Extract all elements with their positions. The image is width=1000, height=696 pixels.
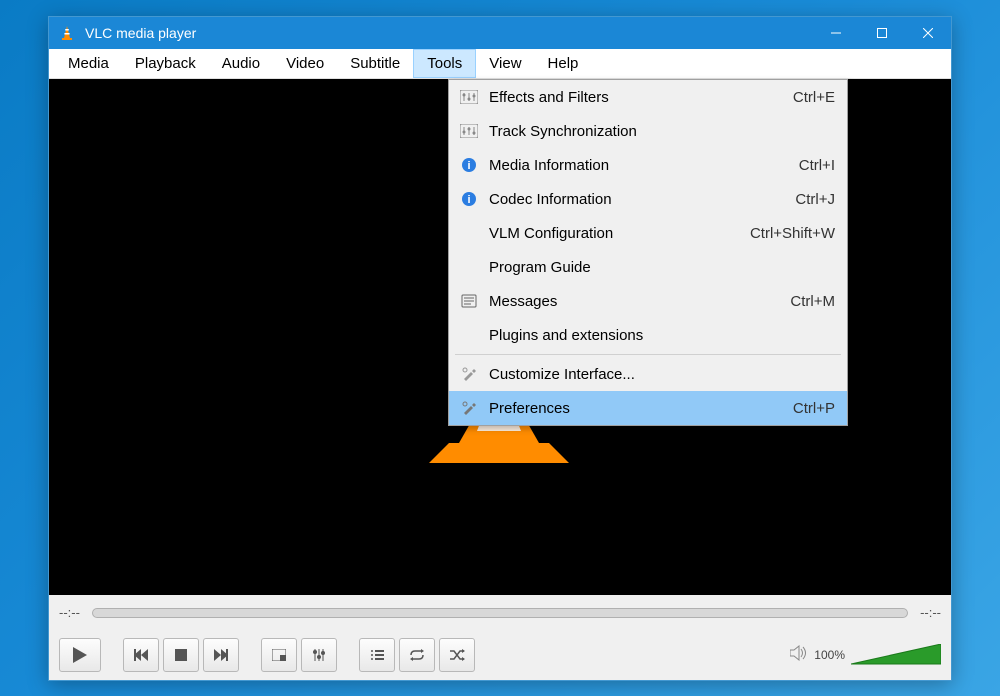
shuffle-button[interactable]: [439, 638, 475, 672]
window-title: VLC media player: [85, 25, 813, 41]
titlebar[interactable]: VLC media player: [49, 17, 951, 49]
dd-messages[interactable]: Messages Ctrl+M: [449, 284, 847, 318]
dd-label: Plugins and extensions: [489, 327, 835, 344]
play-button[interactable]: [59, 638, 101, 672]
menu-view[interactable]: View: [476, 49, 534, 78]
dd-label: Track Synchronization: [489, 123, 835, 140]
previous-button[interactable]: [123, 638, 159, 672]
desktop: VLC media player Media Playback Audio Vi…: [0, 0, 1000, 696]
dd-shortcut: Ctrl+Shift+W: [750, 225, 835, 242]
time-elapsed: --:--: [59, 605, 80, 620]
next-button[interactable]: [203, 638, 239, 672]
dd-label: Media Information: [489, 157, 799, 174]
dd-shortcut: Ctrl+I: [799, 157, 835, 174]
menu-help[interactable]: Help: [535, 49, 592, 78]
menu-subtitle[interactable]: Subtitle: [337, 49, 413, 78]
seekbar[interactable]: [92, 608, 908, 618]
menu-media[interactable]: Media: [55, 49, 122, 78]
tools-icon: [455, 397, 483, 419]
dd-label: Customize Interface...: [489, 366, 835, 383]
dd-label: Effects and Filters: [489, 89, 793, 106]
dd-label: Codec Information: [489, 191, 795, 208]
messages-icon: [455, 290, 483, 312]
info-icon: i: [455, 188, 483, 210]
dd-effects-filters[interactable]: Effects and Filters Ctrl+E: [449, 80, 847, 114]
volume-percent: 100%: [814, 648, 845, 662]
dd-separator: [455, 354, 841, 355]
menu-playback[interactable]: Playback: [122, 49, 209, 78]
time-total: --:--: [920, 605, 941, 620]
dd-label: VLM Configuration: [489, 225, 750, 242]
menu-tools[interactable]: Tools: [413, 49, 476, 78]
dd-shortcut: Ctrl+J: [795, 191, 835, 208]
playback-controls: 100%: [49, 630, 951, 680]
menubar: Media Playback Audio Video Subtitle Tool…: [49, 49, 951, 79]
dd-shortcut: Ctrl+M: [790, 293, 835, 310]
fullscreen-button[interactable]: [261, 638, 297, 672]
seekbar-area: --:-- --:--: [49, 595, 951, 630]
equalizer-icon: [455, 86, 483, 108]
loop-button[interactable]: [399, 638, 435, 672]
dd-plugins[interactable]: Plugins and extensions: [449, 318, 847, 352]
vlc-cone-icon: [57, 23, 77, 43]
volume-area: 100%: [790, 644, 941, 666]
svg-text:i: i: [467, 160, 470, 172]
dd-media-info[interactable]: i Media Information Ctrl+I: [449, 148, 847, 182]
menu-audio[interactable]: Audio: [209, 49, 273, 78]
dd-codec-info[interactable]: i Codec Information Ctrl+J: [449, 182, 847, 216]
window-controls: [813, 17, 951, 49]
dd-vlm-config[interactable]: VLM Configuration Ctrl+Shift+W: [449, 216, 847, 250]
dd-track-sync[interactable]: Track Synchronization: [449, 114, 847, 148]
tools-icon: [455, 363, 483, 385]
dd-customize-interface[interactable]: Customize Interface...: [449, 357, 847, 391]
equalizer-icon: [455, 120, 483, 142]
vlc-window: VLC media player Media Playback Audio Vi…: [48, 16, 952, 681]
playlist-button[interactable]: [359, 638, 395, 672]
dd-label: Messages: [489, 293, 790, 310]
extended-settings-button[interactable]: [301, 638, 337, 672]
speaker-icon[interactable]: [790, 645, 808, 666]
dd-program-guide[interactable]: Program Guide: [449, 250, 847, 284]
stop-button[interactable]: [163, 638, 199, 672]
dd-label: Program Guide: [489, 259, 835, 276]
maximize-button[interactable]: [859, 17, 905, 49]
svg-text:i: i: [467, 194, 470, 206]
info-icon: i: [455, 154, 483, 176]
dd-shortcut: Ctrl+E: [793, 89, 835, 106]
volume-slider[interactable]: [851, 644, 941, 666]
dd-label: Preferences: [489, 400, 793, 417]
tools-dropdown: Effects and Filters Ctrl+E Track Synchro…: [448, 79, 848, 426]
menu-video[interactable]: Video: [273, 49, 337, 78]
dd-shortcut: Ctrl+P: [793, 400, 835, 417]
minimize-button[interactable]: [813, 17, 859, 49]
close-button[interactable]: [905, 17, 951, 49]
dd-preferences[interactable]: Preferences Ctrl+P: [449, 391, 847, 425]
